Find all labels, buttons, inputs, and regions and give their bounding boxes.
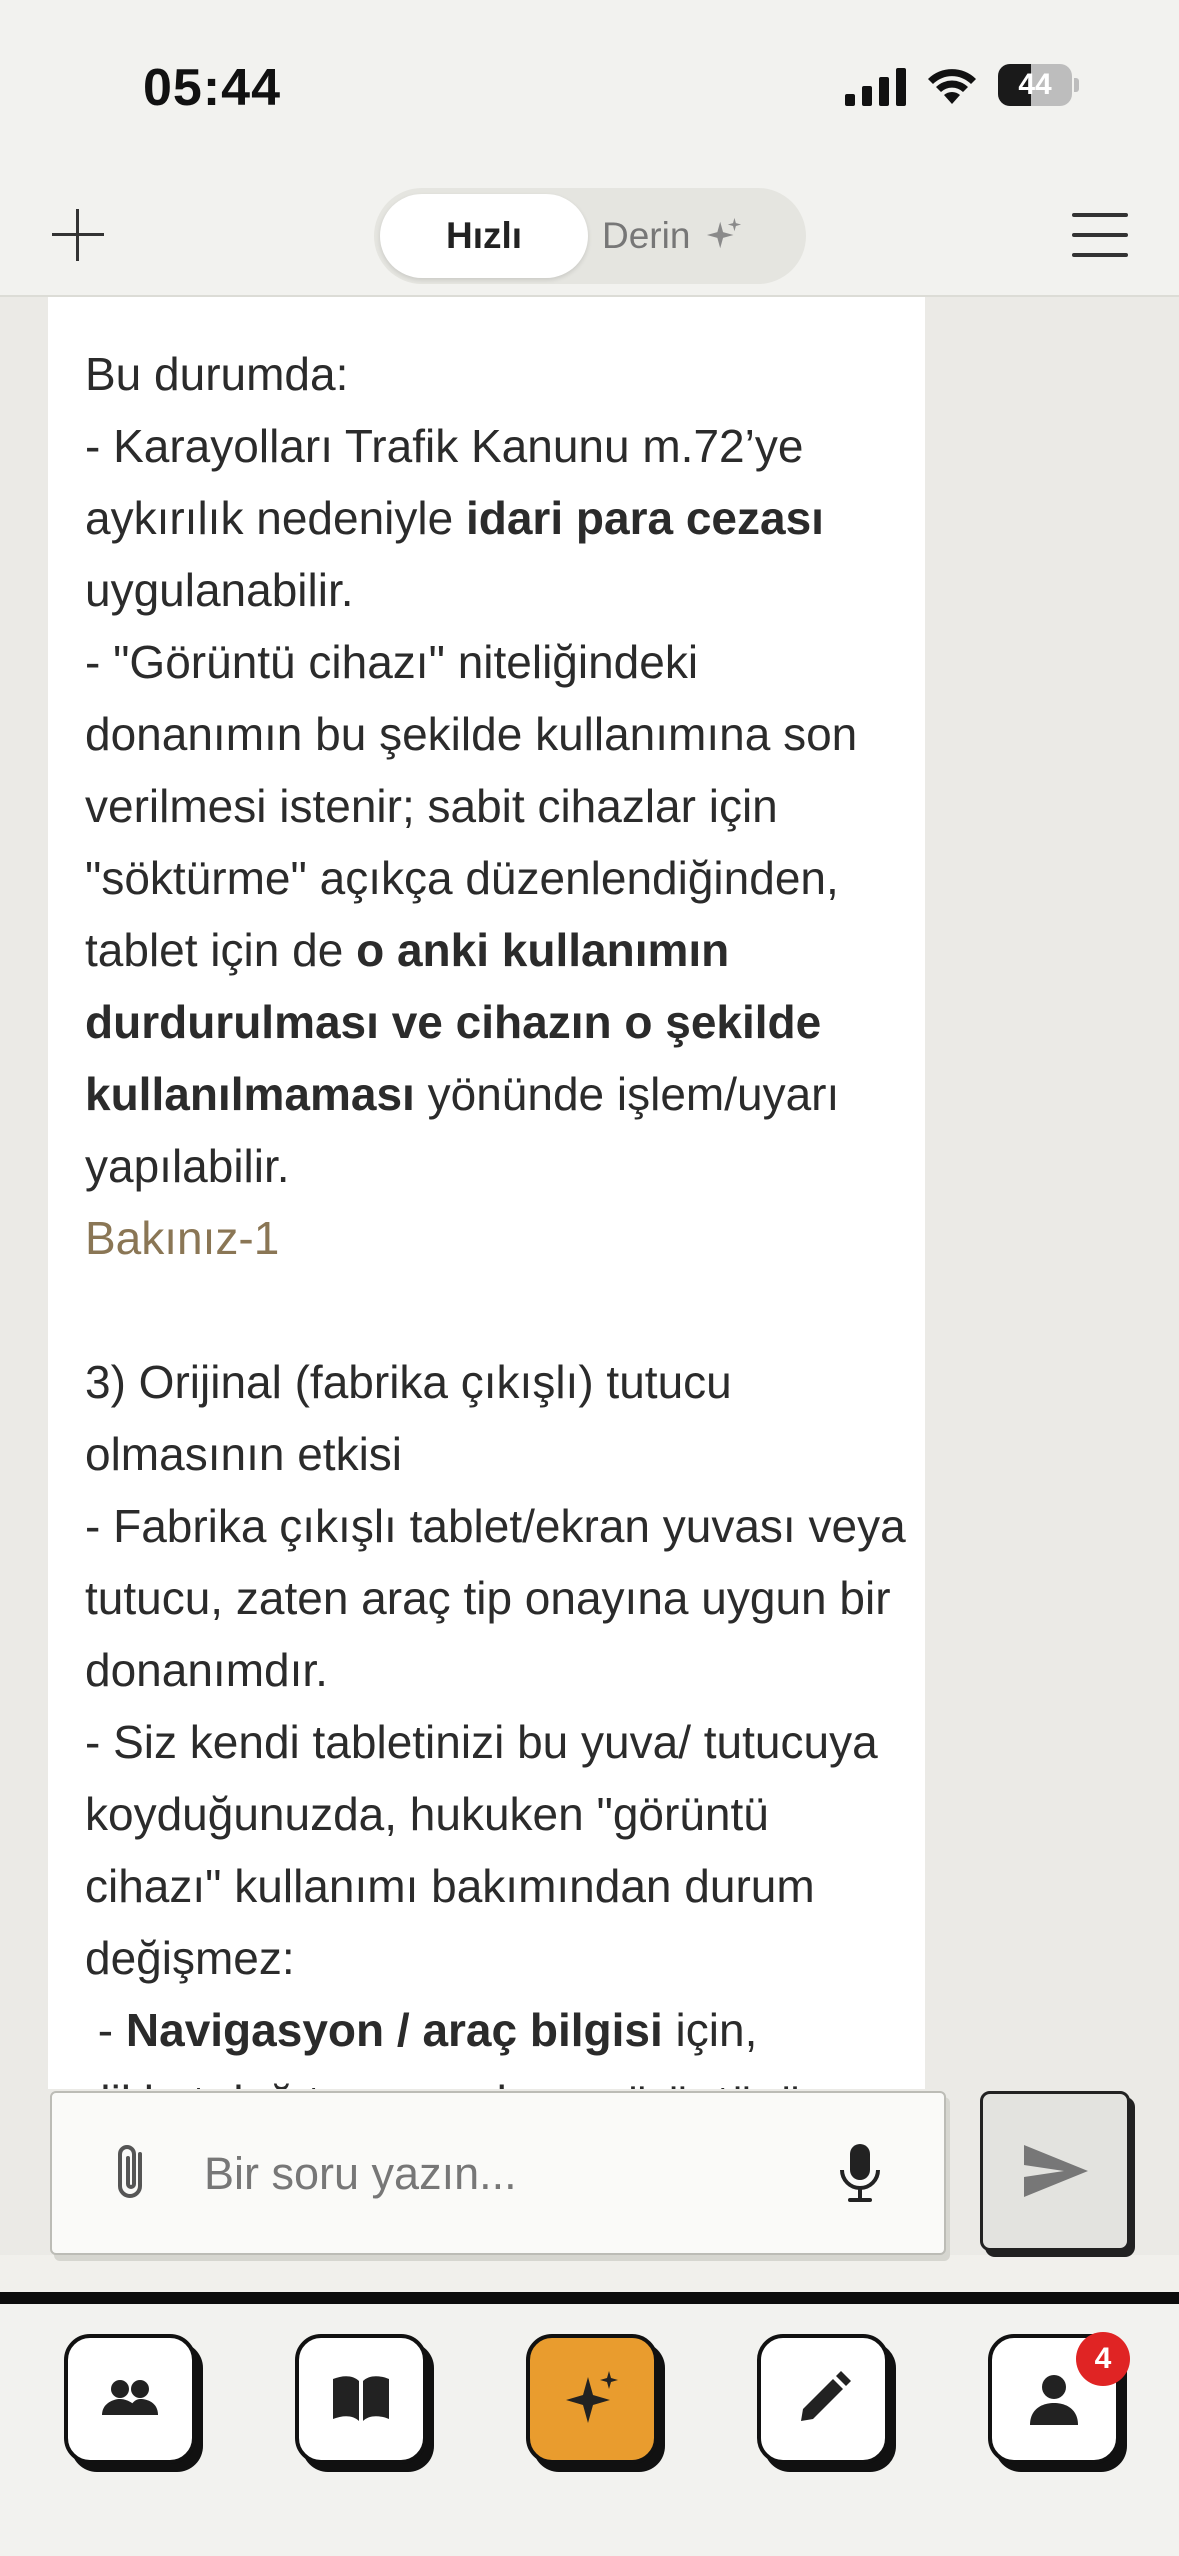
battery-level: 44 xyxy=(1018,68,1052,101)
answer-paragraph: - Siz kendi tabletinizi bu yuva/ tutucuy… xyxy=(85,1716,878,1984)
wifi-icon xyxy=(928,69,976,104)
paperclip-icon[interactable] xyxy=(104,2140,160,2206)
mode-fast-button[interactable]: Hızlı xyxy=(380,194,588,278)
send-icon xyxy=(1024,2145,1088,2197)
battery-icon: 44 xyxy=(998,64,1080,106)
book-icon xyxy=(333,2376,389,2421)
section-heading: 3) Orijinal (fabrika çıkışlı) tutucu olm… xyxy=(85,1356,732,1480)
status-time: 05:44 xyxy=(143,59,281,117)
sparkle-icon xyxy=(566,2371,618,2423)
nav-divider xyxy=(0,2292,1179,2304)
answer-paragraph: - Navigasyon / araç bilgisi için, xyxy=(85,2004,758,2056)
bold-text: Navigasyon / araç bilgisi xyxy=(125,2004,663,2056)
answer-line: Bu durumda: xyxy=(85,348,349,400)
nav-community-button[interactable] xyxy=(64,2334,196,2464)
profile-icon xyxy=(1030,2375,1078,2425)
answer-paragraph: - "Görüntü cihazı" niteliğindeki donanım… xyxy=(85,636,858,1192)
answer-paragraph: - Karayolları Trafik Kanunu m.72’ye aykı… xyxy=(85,420,824,616)
mode-toggle: Hızlı Derin xyxy=(374,188,806,284)
input-placeholder: Bir soru yazın... xyxy=(204,2148,517,2199)
nav-library-button[interactable] xyxy=(295,2334,427,2464)
mode-deep-button[interactable]: Derin xyxy=(602,194,792,278)
nav-assistant-button[interactable] xyxy=(526,2334,658,2464)
hamburger-menu-icon[interactable] xyxy=(1072,213,1128,259)
people-icon xyxy=(102,2380,158,2415)
microphone-icon[interactable] xyxy=(834,2140,886,2206)
pencil-icon xyxy=(801,2371,851,2421)
status-bar: 05:44 44 xyxy=(0,0,1179,175)
reference-link[interactable]: Bakınız-1 xyxy=(85,1202,915,1274)
nav-edit-button[interactable] xyxy=(757,2334,889,2464)
top-header: Hızlı Derin xyxy=(0,175,1179,297)
notification-badge: 4 xyxy=(1076,2332,1130,2386)
plus-icon[interactable] xyxy=(48,205,108,265)
mode-deep-label: Derin xyxy=(602,215,691,256)
cellular-signal-icon xyxy=(845,68,906,106)
sparkle-icon xyxy=(706,218,741,249)
bold-text: idari para cezası xyxy=(465,492,824,544)
answer-paragraph: - Fabrika çıkışlı tablet/ekran yuvası ve… xyxy=(85,1500,906,1696)
answer-text: Bu durumda: - Karayolları Trafik Kanunu … xyxy=(85,338,915,2138)
